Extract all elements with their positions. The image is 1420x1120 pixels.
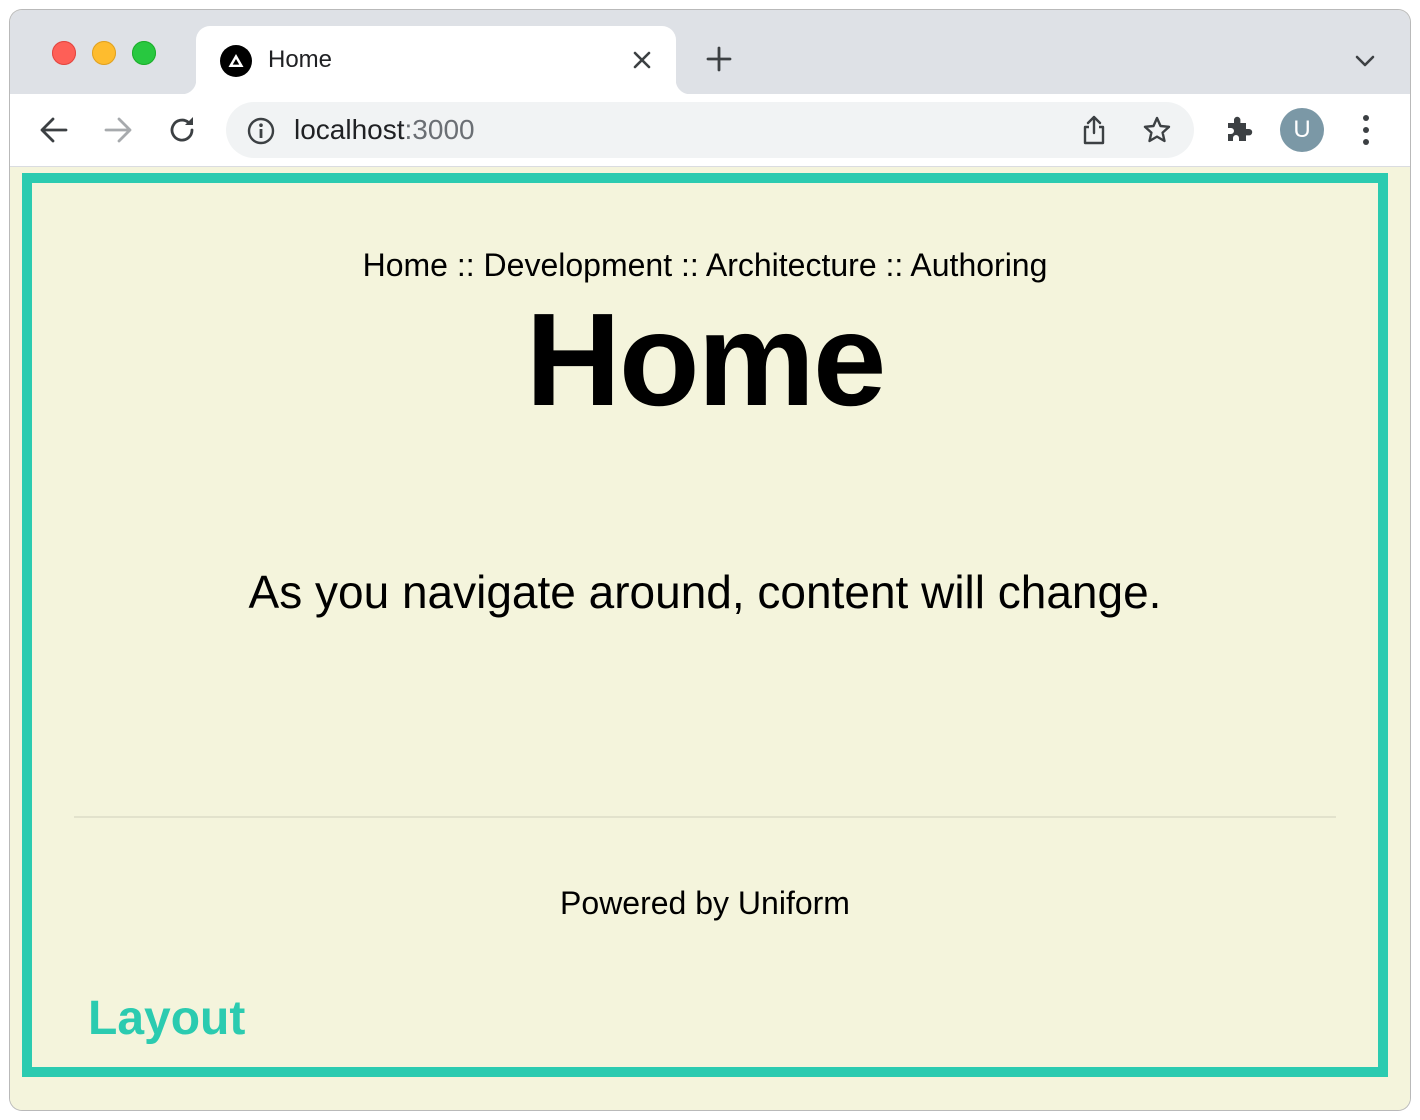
- lead-text: As you navigate around, content will cha…: [248, 566, 1162, 618]
- url-port: :3000: [404, 114, 475, 145]
- arrow-left-icon[interactable]: [38, 114, 70, 151]
- arrow-right-icon[interactable]: [102, 114, 134, 151]
- minimize-window-button[interactable]: [92, 41, 116, 65]
- close-icon[interactable]: [632, 50, 652, 75]
- plus-icon[interactable]: [706, 46, 732, 77]
- url-text: localhost:3000: [294, 114, 475, 146]
- browser-window: Home localhost:3000 U Home:: Developmen…: [10, 10, 1410, 1110]
- info-icon[interactable]: [246, 116, 276, 151]
- reload-icon[interactable]: [166, 114, 198, 151]
- address-bar[interactable]: localhost:3000: [226, 102, 1194, 158]
- star-icon[interactable]: [1142, 115, 1172, 150]
- triangle-logo-icon: [220, 45, 252, 77]
- close-window-button[interactable]: [52, 41, 76, 65]
- layout-label: Layout: [88, 992, 246, 1045]
- maximize-window-button[interactable]: [132, 41, 156, 65]
- tab-title: Home: [268, 46, 333, 73]
- divider: [74, 816, 1336, 818]
- browser-toolbar: localhost:3000 U: [10, 94, 1410, 167]
- chevron-down-icon[interactable]: [1354, 54, 1376, 73]
- tab-strip: Home: [10, 10, 1410, 94]
- avatar[interactable]: U: [1280, 108, 1324, 152]
- url-host: localhost: [294, 114, 405, 145]
- share-icon[interactable]: [1080, 114, 1108, 151]
- kebab-menu-icon[interactable]: [1354, 112, 1378, 153]
- page-title: Home: [525, 286, 887, 433]
- puzzle-icon[interactable]: [1222, 113, 1254, 150]
- active-tab[interactable]: Home: [182, 26, 690, 94]
- page-viewport: Home :: Development :: Architecture :: A…: [10, 167, 1410, 1110]
- layout-frame: Home :: Development :: Architecture :: A…: [22, 173, 1388, 1077]
- breadcrumb[interactable]: Home :: Development :: Architecture :: A…: [32, 247, 1378, 284]
- footer-text: Powered by Uniform: [560, 885, 850, 921]
